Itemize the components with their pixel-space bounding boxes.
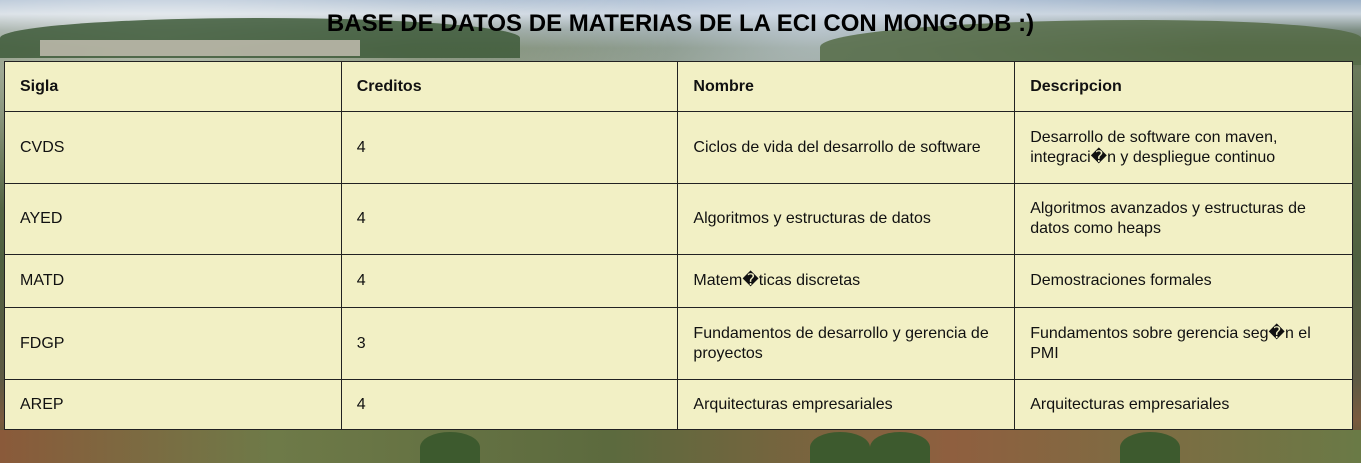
cell-sigla: MATD <box>4 254 342 308</box>
cell-creditos: 4 <box>340 254 679 308</box>
cell-sigla: FDGP <box>4 307 342 380</box>
cell-creditos: 4 <box>340 111 679 184</box>
table-row: FDGP 3 Fundamentos de desarrollo y geren… <box>4 307 1353 380</box>
cell-creditos: 3 <box>340 307 679 380</box>
subjects-table: Sigla Creditos Nombre Descripcion CVDS 4… <box>4 61 1353 430</box>
cell-descripcion: Arquitecturas empresariales <box>1014 379 1353 430</box>
table-header-row: Sigla Creditos Nombre Descripcion <box>4 61 1353 112</box>
cell-creditos: 4 <box>340 379 679 430</box>
table-row: CVDS 4 Ciclos de vida del desarrollo de … <box>4 111 1353 184</box>
column-header-creditos: Creditos <box>340 61 679 112</box>
cell-sigla: AREP <box>4 379 342 430</box>
cell-nombre: Arquitecturas empresariales <box>677 379 1016 430</box>
cell-descripcion: Demostraciones formales <box>1014 254 1353 308</box>
table-row: AYED 4 Algoritmos y estructuras de datos… <box>4 183 1353 255</box>
cell-nombre: Fundamentos de desarrollo y gerencia de … <box>677 307 1016 380</box>
cell-nombre: Algoritmos y estructuras de datos <box>677 183 1016 255</box>
column-header-descripcion: Descripcion <box>1014 61 1353 112</box>
cell-descripcion: Desarrollo de software con maven, integr… <box>1014 111 1353 184</box>
cell-nombre: Matem�ticas discretas <box>677 254 1016 308</box>
table-row: AREP 4 Arquitecturas empresariales Arqui… <box>4 379 1353 430</box>
cell-creditos: 4 <box>340 183 679 255</box>
table-row: MATD 4 Matem�ticas discretas Demostracio… <box>4 254 1353 308</box>
cell-sigla: AYED <box>4 183 342 255</box>
page-title: BASE DE DATOS DE MATERIAS DE LA ECI CON … <box>326 10 1035 37</box>
column-header-sigla: Sigla <box>4 61 342 112</box>
cell-descripcion: Algoritmos avanzados y estructuras de da… <box>1014 183 1353 255</box>
cell-descripcion: Fundamentos sobre gerencia seg�n el PMI <box>1014 307 1353 380</box>
cell-sigla: CVDS <box>4 111 342 184</box>
cell-nombre: Ciclos de vida del desarrollo de softwar… <box>677 111 1016 184</box>
column-header-nombre: Nombre <box>677 61 1016 112</box>
